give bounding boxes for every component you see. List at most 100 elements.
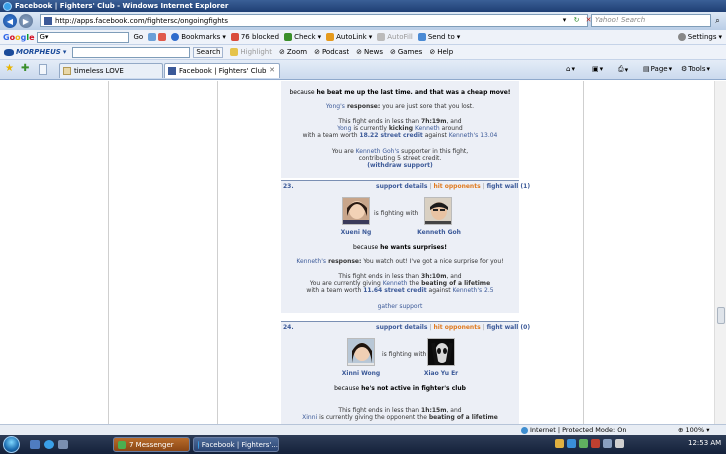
send-icon bbox=[417, 33, 426, 41]
messenger-icon bbox=[118, 440, 126, 449]
page-favicon-icon bbox=[63, 67, 71, 75]
support-details-link[interactable]: support details bbox=[376, 324, 427, 331]
fight-reason: because he beat me up the last time. and… bbox=[289, 89, 511, 96]
news-button[interactable]: ⊘ News bbox=[356, 48, 383, 56]
address-bar[interactable]: http://apps.facebook.com/fightersc/ongoi… bbox=[40, 14, 588, 27]
avatar-left[interactable] bbox=[347, 338, 375, 366]
feeds-button[interactable]: ▣ ▾ bbox=[592, 65, 603, 73]
avatar-left[interactable] bbox=[342, 197, 370, 225]
gather-support-link[interactable]: gather support bbox=[281, 303, 519, 310]
print-button[interactable]: ⎙ ▾ bbox=[618, 65, 628, 74]
fight-reason: because he's not active in fighter's clu… bbox=[334, 385, 466, 392]
dropdown-arrow-icon[interactable]: ▾ bbox=[560, 16, 569, 25]
morpheus-logo[interactable]: MORPHEUS ▾ bbox=[4, 48, 66, 56]
sendto-button[interactable]: Send to ▾ bbox=[417, 33, 460, 41]
fight-wall-link[interactable]: fight wall (1) bbox=[487, 183, 530, 190]
games-button[interactable]: ⊘ Games bbox=[390, 48, 422, 56]
hit-opponents-link[interactable]: hit opponents bbox=[433, 183, 480, 190]
tray-icon[interactable] bbox=[579, 439, 588, 448]
entry-23-number: 23. bbox=[283, 183, 294, 190]
avatar-right[interactable] bbox=[427, 338, 455, 366]
taskbar-clock[interactable]: 12:53 AM bbox=[688, 439, 721, 447]
search-go-icon[interactable]: ⌕ bbox=[712, 15, 723, 26]
popup-blocked-button[interactable]: 76 blocked bbox=[230, 33, 279, 41]
blocked-icon bbox=[230, 33, 239, 41]
back-button[interactable]: ◀ bbox=[3, 14, 17, 28]
fight-team-worth: with a team worth 18.22 street credit ag… bbox=[302, 132, 498, 139]
zoom-icon: ⊕ bbox=[678, 426, 684, 434]
google-toolbar-icons[interactable] bbox=[148, 33, 167, 41]
scrollbar-thumb[interactable] bbox=[717, 307, 725, 324]
ie-quicklaunch-icon[interactable] bbox=[44, 440, 54, 449]
tray-icon[interactable] bbox=[555, 439, 564, 448]
right-column-border bbox=[583, 81, 584, 424]
podcast-button[interactable]: ⊘ Podcast bbox=[314, 48, 349, 56]
close-tab-icon[interactable]: ✕ bbox=[269, 66, 275, 74]
zoom-button[interactable]: ⊘ Zoom bbox=[279, 48, 307, 56]
forward-button[interactable]: ▶ bbox=[19, 14, 33, 28]
google-go-button[interactable]: Go bbox=[134, 33, 144, 41]
switch-windows-icon[interactable] bbox=[58, 440, 68, 449]
start-button[interactable] bbox=[3, 436, 20, 453]
zoom-icon: ⊘ bbox=[279, 48, 285, 56]
vertical-scrollbar[interactable] bbox=[714, 81, 726, 424]
tray-icon[interactable] bbox=[591, 439, 600, 448]
quick-tabs-button[interactable] bbox=[39, 64, 47, 75]
autolink-button[interactable]: AutoLink ▾ bbox=[326, 33, 372, 41]
autofill-button[interactable]: AutoFill bbox=[377, 33, 413, 41]
fight-ends: This fight ends in less than 7h:19m, and bbox=[338, 118, 462, 125]
add-favorites-icon[interactable]: ✚ bbox=[21, 64, 29, 74]
entry-24-number: 24. bbox=[283, 324, 294, 331]
tab-row: ★ ✚ timeless LOVE Facebook | Fighters' C… bbox=[0, 60, 726, 80]
entry-24-links: support details | hit opponents | fight … bbox=[376, 324, 531, 331]
show-desktop-icon[interactable] bbox=[30, 440, 40, 449]
support-details-link[interactable]: support details bbox=[376, 183, 427, 190]
refresh-icon[interactable]: ↻ bbox=[572, 16, 581, 25]
url-text[interactable]: http://apps.facebook.com/fightersc/ongoi… bbox=[55, 17, 228, 25]
favorites-star-icon[interactable]: ★ bbox=[5, 64, 14, 74]
morpheus-search-button[interactable]: Search bbox=[193, 46, 224, 58]
left-fighter-name[interactable]: Xinni Wong bbox=[341, 370, 381, 377]
google-search-input[interactable]: G▾ bbox=[36, 31, 129, 43]
search-input[interactable]: Yahoo! Search bbox=[591, 14, 711, 27]
network-icon[interactable] bbox=[603, 439, 612, 448]
taskbar-ie-button[interactable]: Facebook | Fighters'... bbox=[193, 437, 279, 452]
is-fighting-text: is fighting with bbox=[374, 210, 419, 217]
page-menu-button[interactable]: ▤ Page ▾ bbox=[643, 65, 672, 73]
avatar-image bbox=[425, 198, 451, 224]
zoom-level[interactable]: ⊕ 100% ▾ bbox=[678, 426, 709, 434]
help-button[interactable]: ⊘ Help bbox=[429, 48, 453, 56]
avatar-right[interactable] bbox=[424, 197, 452, 225]
settings-button[interactable]: Settings ▾ bbox=[677, 33, 722, 41]
title-bar: Facebook | Fighters' Club - Windows Inte… bbox=[0, 0, 726, 12]
volume-icon[interactable] bbox=[615, 439, 624, 448]
tray-icon[interactable] bbox=[567, 439, 576, 448]
center-column-border bbox=[217, 81, 218, 424]
check-button[interactable]: Check ▾ bbox=[284, 33, 321, 41]
taskbar: 7 Messenger Facebook | Fighters'... 12:5… bbox=[0, 435, 726, 454]
fight-wall-link[interactable]: fight wall (0) bbox=[487, 324, 530, 331]
avatar-image bbox=[348, 339, 374, 365]
right-fighter-name[interactable]: Xiao Yu Er bbox=[420, 370, 462, 377]
tab-facebook-fighters-club[interactable]: Facebook | Fighters' Club ✕ bbox=[164, 63, 280, 78]
withdraw-support-link[interactable]: (withdraw support) bbox=[281, 162, 519, 169]
taskbar-messenger-button[interactable]: 7 Messenger bbox=[113, 437, 190, 452]
highlight-button[interactable]: Highlight bbox=[230, 48, 272, 56]
tools-menu-button[interactable]: ⚙ Tools ▾ bbox=[681, 65, 710, 73]
security-zone[interactable]: Internet | Protected Mode: On bbox=[521, 426, 627, 434]
bookmarks-button[interactable]: Bookmarks ▾ bbox=[171, 33, 226, 41]
tab-timeless-love[interactable]: timeless LOVE bbox=[59, 63, 163, 78]
morpheus-icon bbox=[4, 48, 14, 56]
fight-response: Kenneth's response: You watch out! I've … bbox=[296, 258, 504, 265]
page-content: because he beat me up the last time. and… bbox=[0, 81, 714, 424]
hit-opponents-link[interactable]: hit opponents bbox=[433, 324, 480, 331]
right-fighter-name[interactable]: Kenneth Goh bbox=[414, 229, 464, 236]
morpheus-search-input[interactable] bbox=[72, 46, 191, 58]
fight-team-worth: with a team worth 11.64 street credit ag… bbox=[306, 287, 494, 294]
check-icon bbox=[284, 33, 293, 41]
page-icon bbox=[148, 33, 157, 41]
home-button[interactable]: ⌂ ▾ bbox=[566, 65, 575, 73]
left-fighter-name[interactable]: Xueni Ng bbox=[336, 229, 376, 236]
highlight-icon bbox=[230, 48, 239, 56]
globe-icon bbox=[521, 426, 528, 434]
